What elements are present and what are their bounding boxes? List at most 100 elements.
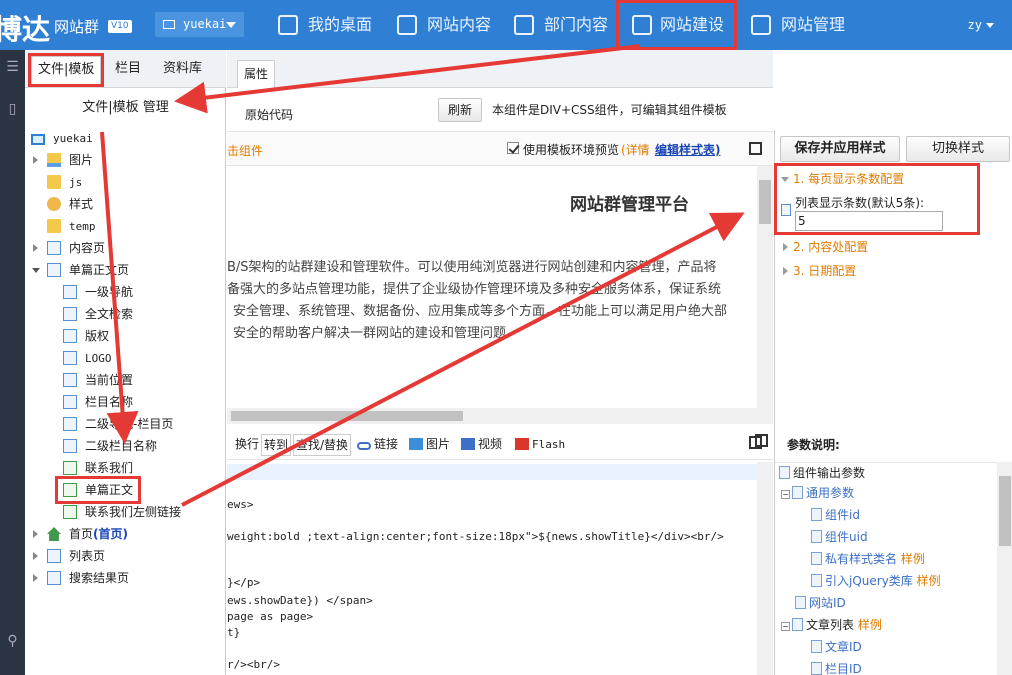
collapse-icon[interactable]: − xyxy=(781,622,790,631)
switch-style-button[interactable]: 切换样式 xyxy=(906,136,1010,162)
tree-item-single-page[interactable]: 单篇正文页 xyxy=(32,260,129,280)
nav-site-content[interactable]: 网站内容 xyxy=(397,0,491,50)
tab-file-template[interactable]: 文件|模板 xyxy=(27,53,105,87)
param-group-common[interactable]: − 通用参数 xyxy=(781,483,854,503)
click-component-link[interactable]: 击组件 xyxy=(227,142,263,159)
save-apply-style-button[interactable]: 保存并应用样式 xyxy=(780,136,900,162)
expand-icon[interactable] xyxy=(33,530,38,538)
section-content[interactable]: 2. 内容处配置 xyxy=(775,236,975,258)
wrap-button[interactable]: 换行 xyxy=(233,434,261,456)
param-item[interactable]: 网站ID xyxy=(795,593,846,613)
code-editor[interactable]: ews> weight:bold ;text-align:center;font… xyxy=(227,462,757,675)
params-scrollbar[interactable] xyxy=(997,462,1012,675)
param-item[interactable]: 文章ID xyxy=(811,637,862,657)
refresh-button[interactable]: 刷新 xyxy=(438,98,482,122)
tree-item-js[interactable]: js xyxy=(47,172,82,192)
tree-item-search-page[interactable]: 搜索结果页 xyxy=(33,568,129,588)
param-item[interactable]: 引入jQuery类库 样例 xyxy=(811,571,941,591)
scroll-thumb[interactable] xyxy=(999,476,1011,546)
preview-vscrollbar[interactable] xyxy=(757,166,773,424)
tree-item-home[interactable]: 首页(首页) xyxy=(33,524,128,544)
nav-dept-content[interactable]: 部门内容 xyxy=(514,0,608,50)
tab-column[interactable]: 栏目 xyxy=(109,56,147,84)
page-icon xyxy=(781,204,791,216)
menu-icon[interactable]: ☰ xyxy=(0,52,25,82)
find-replace-button[interactable]: 查找/替换 xyxy=(293,434,352,456)
tab-library[interactable]: 资料库 xyxy=(157,56,208,84)
tree-child[interactable]: 版权 xyxy=(63,326,109,346)
scroll-thumb[interactable] xyxy=(759,180,771,224)
tree-item-list-page[interactable]: 列表页 xyxy=(33,546,105,566)
site-selector[interactable]: yuekai xyxy=(155,12,244,37)
collapse-icon[interactable] xyxy=(32,268,40,273)
component-icon xyxy=(63,505,77,519)
tree-item-images[interactable]: 图片 xyxy=(33,150,93,170)
nav-site-build[interactable]: 网站建设 xyxy=(616,0,737,50)
collapse-icon[interactable]: − xyxy=(781,490,790,499)
tree-child[interactable]: 二级导航-栏目页 xyxy=(63,414,173,434)
maximize-icon[interactable] xyxy=(749,142,762,155)
brand-logo: 博达 xyxy=(0,13,51,46)
component-icon xyxy=(63,461,77,475)
home-icon xyxy=(47,527,61,541)
goto-button[interactable]: 转到 xyxy=(261,434,292,456)
tree-root[interactable]: yuekai xyxy=(31,128,93,148)
detail-link[interactable]: (详情 xyxy=(621,141,650,158)
file-template-panel: 文件|模板 栏目 资料库 文件|模板 管理 yuekai 图片 js 样式 te… xyxy=(25,50,226,675)
search-icon[interactable]: ⚲ xyxy=(0,626,25,656)
expand-icon[interactable] xyxy=(33,156,38,164)
doc-icon xyxy=(811,574,822,587)
params-tree: 组件输出参数 − 通用参数 组件id 组件uid 私有样式类名 样例 引入jQue… xyxy=(775,462,997,675)
component-icon xyxy=(63,417,77,431)
monitor-icon xyxy=(163,20,175,29)
tree-child[interactable]: 当前位置 xyxy=(63,370,133,390)
left-tabs: 文件|模板 栏目 资料库 xyxy=(25,50,226,88)
section-date[interactable]: 3. 日期配置 xyxy=(775,260,975,282)
user-name: zy xyxy=(967,18,982,32)
expand-icon[interactable] xyxy=(33,244,38,252)
document-icon[interactable]: ▯ xyxy=(0,94,25,124)
gear-icon xyxy=(47,197,61,211)
center-tabs: 属性 xyxy=(227,50,773,88)
nav-label: 网站内容 xyxy=(427,15,492,34)
doc-icon xyxy=(811,640,822,653)
nav-site-manage[interactable]: 网站管理 xyxy=(751,0,845,50)
source-code-row: 原始代码 刷新 本组件是DIV+CSS组件，可编辑其组件模板 xyxy=(227,88,773,132)
tree-child[interactable]: 栏目名称 xyxy=(63,392,133,412)
tree-child[interactable]: 联系我们 xyxy=(63,458,133,478)
tree-child[interactable]: 二级栏目名称 xyxy=(63,436,157,456)
tree-item-temp[interactable]: temp xyxy=(47,216,96,236)
flash-button[interactable]: Flash xyxy=(513,434,567,456)
param-group-output[interactable]: 组件输出参数 xyxy=(779,463,865,483)
link-button[interactable]: 链接 xyxy=(355,434,400,456)
tree-item-content-page[interactable]: 内容页 xyxy=(33,238,105,258)
user-menu[interactable]: zy xyxy=(968,0,994,50)
param-item[interactable]: 组件uid xyxy=(811,527,868,547)
tree-item-style[interactable]: 样式 xyxy=(47,194,93,214)
param-item[interactable]: 栏目ID xyxy=(811,659,862,675)
expand-icon[interactable] xyxy=(33,552,38,560)
video-button[interactable]: 视频 xyxy=(459,434,504,456)
tree-child[interactable]: LOGO xyxy=(63,348,112,368)
maximize-icon[interactable] xyxy=(755,434,768,447)
nav-my-desktop[interactable]: 我的桌面 xyxy=(278,0,372,50)
editor-vscrollbar[interactable] xyxy=(757,462,773,675)
tree-child[interactable]: 一级导航 xyxy=(63,282,133,302)
tree-child[interactable]: 联系我们左侧链接 xyxy=(63,502,181,522)
add-page-icon xyxy=(632,15,652,35)
expand-icon[interactable] xyxy=(33,574,38,582)
tree-child-selected[interactable]: 单篇正文 xyxy=(54,476,142,504)
param-item[interactable]: 私有样式类名 样例 xyxy=(811,549,925,569)
edit-stylesheet-link[interactable]: 编辑样式表) xyxy=(655,141,721,158)
tree-child[interactable]: 全文检索 xyxy=(63,304,133,324)
nav-label: 网站管理 xyxy=(781,15,846,34)
param-group-article-list[interactable]: − 文章列表 样例 xyxy=(781,615,882,635)
param-item[interactable]: 组件id xyxy=(811,505,860,525)
preview-text-line: 安全管理、系统管理、数据备份、应用集成等多个方面，在功能上可以满足用户绝大部 xyxy=(233,304,728,319)
scroll-thumb[interactable] xyxy=(231,411,463,421)
image-button[interactable]: 图片 xyxy=(407,434,452,456)
preview-hscrollbar[interactable] xyxy=(227,408,757,424)
tab-properties[interactable]: 属性 xyxy=(237,60,276,88)
page-size-input[interactable]: 5 xyxy=(795,211,943,231)
preview-env-checkbox[interactable] xyxy=(507,142,519,154)
